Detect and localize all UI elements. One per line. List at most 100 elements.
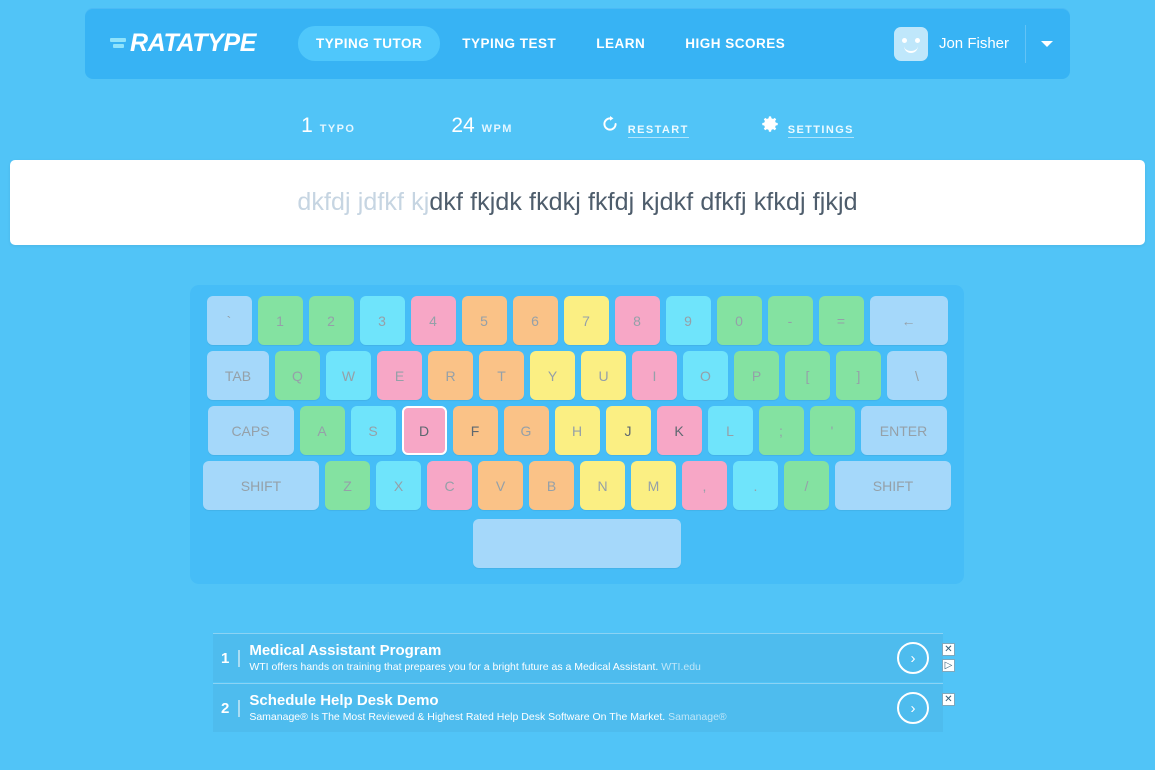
typing-text-panel[interactable]: dkfdj jdfkf kjdkf fkjdk fkdkj fkfdj kjdk… [10, 160, 1145, 245]
key-symbol[interactable]: = [818, 296, 864, 345]
ad-item[interactable]: 2 Schedule Help Desk Demo Samanage® Is The… [213, 683, 955, 732]
nav-item-typing-test[interactable]: TYPING TEST [444, 26, 574, 61]
key-u[interactable]: U [581, 351, 626, 400]
key-4[interactable]: 4 [410, 296, 456, 345]
key-k[interactable]: K [656, 406, 702, 455]
key-symbol[interactable]: ' [809, 406, 855, 455]
ad-description: WTI offers hands on training that prepar… [249, 661, 701, 674]
key-7[interactable]: 7 [563, 296, 609, 345]
key-symbol[interactable]: - [767, 296, 813, 345]
keyboard-row-2: TAB Q W E R T Y U I O P[] \ [200, 351, 954, 400]
key-s[interactable]: S [350, 406, 396, 455]
logo-text: RATATYPE [130, 29, 256, 57]
key-shift[interactable]: SHIFT [835, 461, 951, 510]
key-symbol[interactable]: ] [836, 351, 881, 400]
key-r[interactable]: R [428, 351, 473, 400]
key-q[interactable]: Q [275, 351, 320, 400]
key-6[interactable]: 6 [512, 296, 558, 345]
key-1[interactable]: 1 [257, 296, 303, 345]
key-9[interactable]: 9 [665, 296, 711, 345]
wpm-label: WPM [481, 123, 513, 135]
key-x[interactable]: X [376, 461, 421, 510]
ad-next-arrow-icon[interactable]: › [897, 642, 929, 674]
user-menu-button[interactable] [1026, 8, 1068, 79]
logo[interactable]: RATATYPE [108, 29, 256, 58]
ad-body: Schedule Help Desk Demo Samanage® Is The … [249, 692, 897, 724]
site-header: RATATYPE TYPING TUTOR TYPING TEST LEARN … [85, 8, 1070, 79]
restart-label: RESTART [627, 123, 689, 138]
key-symbol[interactable]: / [784, 461, 829, 510]
key-m[interactable]: M [631, 461, 676, 510]
avatar-eye-right-icon [914, 37, 920, 43]
key-caps[interactable]: CAPS [207, 406, 294, 455]
gear-icon [761, 115, 778, 132]
stat-typo: 1 TYPO [301, 114, 355, 138]
key-shift[interactable]: SHIFT [203, 461, 319, 510]
ad-next-arrow-icon[interactable]: › [897, 692, 929, 724]
key-5[interactable]: 5 [461, 296, 507, 345]
ratatype-typing-tutor-page: RATATYPE TYPING TUTOR TYPING TEST LEARN … [0, 0, 1155, 770]
key-tab[interactable]: TAB [207, 351, 269, 400]
stats-bar: 1 TYPO 24 WPM RESTART SETTINGS [0, 114, 1155, 138]
key-b[interactable]: B [529, 461, 574, 510]
virtual-keyboard: ` 1 2 3 4 5 6 7 8 9 0- = ← TAB Q W E R T Y U I O P[] \ CAPS A S D F G H… [190, 285, 964, 584]
key-i[interactable]: I [632, 351, 677, 400]
key-d[interactable]: D [401, 406, 447, 455]
key-l[interactable]: L [707, 406, 753, 455]
avatar[interactable] [893, 26, 928, 61]
nav-item-high-scores[interactable]: HIGH SCORES [667, 26, 803, 61]
key-y[interactable]: Y [530, 351, 575, 400]
key-w[interactable]: W [326, 351, 371, 400]
key-t[interactable]: T [479, 351, 524, 400]
user-zone: Jon Fisher [893, 8, 1070, 79]
key-e[interactable]: E [377, 351, 422, 400]
ad-title[interactable]: Medical Assistant Program [249, 642, 897, 659]
key-2[interactable]: 2 [308, 296, 354, 345]
key-v[interactable]: V [478, 461, 523, 510]
username-label[interactable]: Jon Fisher [939, 35, 1009, 52]
ad-close-icon[interactable]: ✕ [942, 693, 955, 706]
ad-info-icon[interactable]: ▷ [942, 659, 955, 672]
key-symbol[interactable]: . [733, 461, 778, 510]
key-z[interactable]: Z [325, 461, 370, 510]
key-n[interactable]: N [580, 461, 625, 510]
key-symbol[interactable]: ← [869, 296, 948, 345]
ad-item[interactable]: 1 Medical Assistant Program WTI offers han… [213, 633, 955, 682]
ad-body: Medical Assistant Program WTI offers hand… [249, 642, 897, 674]
key-c[interactable]: C [427, 461, 472, 510]
nav-item-learn[interactable]: LEARN [578, 26, 663, 61]
key-symbol[interactable]: [ [785, 351, 830, 400]
key-symbol[interactable]: ` [206, 296, 252, 345]
key-g[interactable]: G [503, 406, 549, 455]
settings-button[interactable]: SETTINGS [761, 115, 854, 138]
key-symbol[interactable]: , [682, 461, 727, 510]
ad-source: WTI.edu [661, 661, 701, 674]
nav-item-typing-tutor[interactable]: TYPING TUTOR [297, 26, 441, 61]
ad-title[interactable]: Schedule Help Desk Demo [249, 692, 897, 709]
key-j[interactable]: J [605, 406, 651, 455]
keyboard-row-4: SHIFT Z X C V B N M,. / SHIFT [200, 461, 954, 510]
key-a[interactable]: A [299, 406, 345, 455]
typed-text: dkfdj jdfkf kj [297, 188, 430, 216]
key-symbol[interactable]: \ [887, 351, 947, 400]
key-symbol[interactable]: ; [758, 406, 804, 455]
wpm-value: 24 [451, 114, 475, 137]
main-navigation: TYPING TUTOR TYPING TEST LEARN HIGH SCOR… [297, 26, 803, 61]
key-0[interactable]: 0 [716, 296, 762, 345]
key-space[interactable] [473, 519, 681, 568]
key-h[interactable]: H [554, 406, 600, 455]
key-f[interactable]: F [452, 406, 498, 455]
key-o[interactable]: O [683, 351, 728, 400]
ad-rank: 2 [221, 699, 241, 717]
key-8[interactable]: 8 [614, 296, 660, 345]
settings-label: SETTINGS [787, 123, 854, 138]
key-enter[interactable]: ENTER [860, 406, 947, 455]
ad-rank: 1 [221, 649, 241, 667]
ad-close-icon[interactable]: ✕ [942, 643, 955, 656]
restart-button[interactable]: RESTART [601, 115, 689, 138]
ads-container: 1 Medical Assistant Program WTI offers han… [213, 633, 955, 732]
typo-label: TYPO [319, 123, 356, 135]
key-3[interactable]: 3 [359, 296, 405, 345]
key-p[interactable]: P [734, 351, 779, 400]
ad-source: Samanage® [668, 711, 727, 724]
